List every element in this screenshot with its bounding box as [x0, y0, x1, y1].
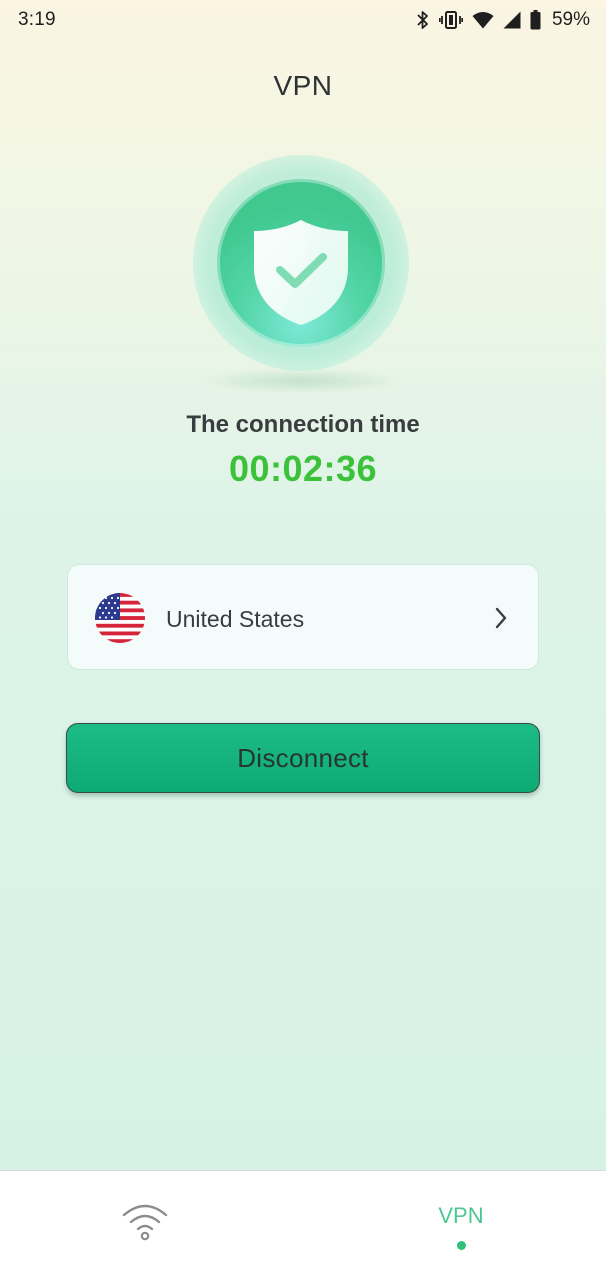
server-selector[interactable]: United States: [67, 564, 539, 670]
battery-percent: 59%: [551, 9, 590, 30]
wifi-icon: [472, 12, 494, 29]
chevron-right-icon: [495, 607, 507, 629]
bluetooth-icon: [417, 11, 428, 29]
connection-time-value: 00:02:36: [228, 448, 378, 489]
shield-shadow: [196, 368, 406, 394]
page-title: VPN: [273, 70, 333, 101]
active-indicator-dot: [456, 1241, 466, 1250]
connection-status-graphic: [193, 155, 409, 371]
status-time: 3:19: [18, 9, 56, 30]
nav-item-vpn[interactable]: VPN: [420, 1203, 502, 1250]
bottom-nav: VPN: [0, 1170, 606, 1281]
status-bar: 3:19 59%: [0, 0, 606, 40]
server-name: United States: [166, 606, 305, 632]
wifi-icon: [122, 1204, 168, 1241]
vibrate-icon: [438, 11, 463, 29]
nav-item-vpn-label: VPN: [438, 1203, 484, 1228]
battery-icon: [530, 10, 541, 30]
connection-time-label: The connection time: [186, 411, 420, 438]
us-flag-icon: [95, 593, 145, 643]
disconnect-label: Disconnect: [237, 742, 369, 773]
cellular-signal-icon: [503, 11, 521, 29]
disconnect-button[interactable]: Disconnect: [66, 723, 540, 793]
nav-item-wifi[interactable]: [121, 1202, 169, 1242]
status-icons: 59%: [416, 8, 590, 32]
shield-check-icon: [254, 220, 348, 325]
